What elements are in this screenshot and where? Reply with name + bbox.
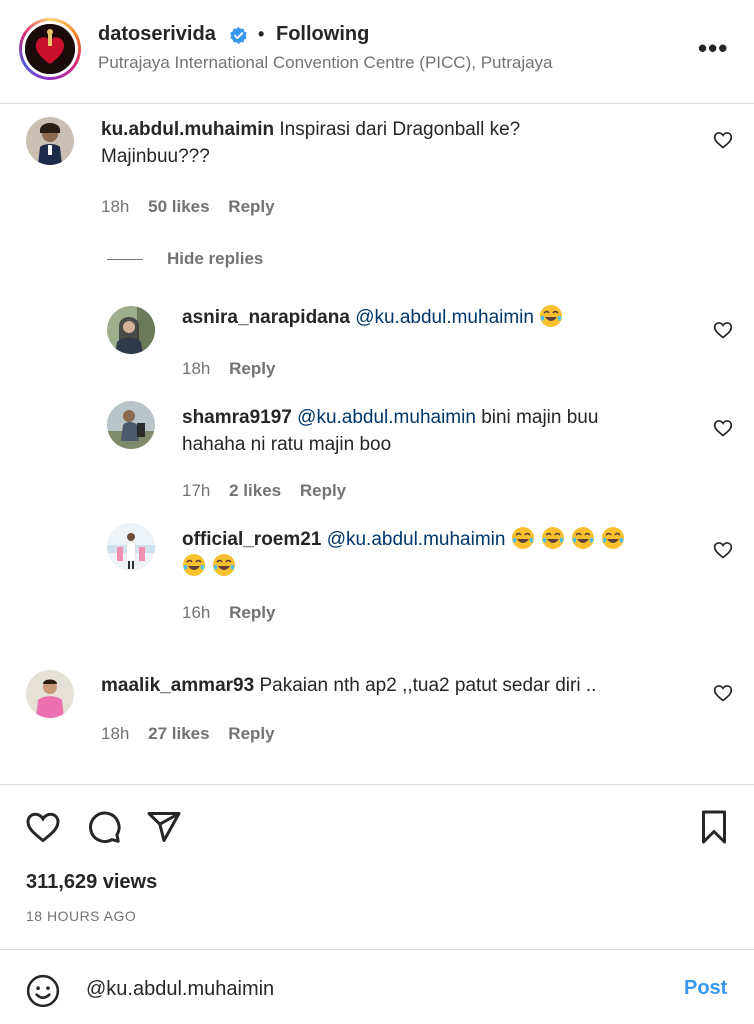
reply-body-line2: hahaha ni ratu majin boo: [182, 434, 392, 455]
reply-body: bini majin buu: [481, 407, 599, 428]
divider: [107, 259, 143, 261]
reply-meta: 16h Reply: [182, 603, 289, 623]
comment-username[interactable]: maalik_ammar93: [101, 675, 254, 696]
comment-body-line2: Majinbuu???: [101, 146, 210, 167]
commenter-avatar[interactable]: [107, 523, 155, 571]
posted-time[interactable]: 18 HOURS AGO: [26, 908, 136, 924]
comment-composer: Post: [0, 950, 754, 1024]
views-count[interactable]: 311,629 views: [26, 871, 157, 894]
location-link[interactable]: Putrajaya International Convention Centr…: [98, 53, 553, 73]
more-options-icon[interactable]: •••: [698, 35, 728, 61]
comment-body: Inspirasi dari Dragonball ke?: [279, 119, 521, 140]
reply-likes[interactable]: 2 likes: [229, 481, 281, 500]
reply: shamra9197 @ku.abdul.muhaimin bini majin…: [0, 394, 754, 506]
mention-link[interactable]: @ku.abdul.muhaimin: [355, 307, 534, 328]
reply-meta: 17h 2 likes Reply: [182, 481, 360, 501]
separator-dot: •: [258, 24, 265, 44]
comment-time[interactable]: 18h: [101, 724, 129, 743]
comment-text: ku.abdul.muhaimin Inspirasi dari Dragonb…: [101, 116, 661, 170]
mention-link[interactable]: @ku.abdul.muhaimin: [297, 407, 476, 428]
verified-icon: [230, 26, 247, 45]
mention-link[interactable]: @ku.abdul.muhaimin: [327, 529, 506, 550]
reply: asnira_narapidana @ku.abdul.muhaimin 18h…: [0, 300, 754, 390]
reply-username[interactable]: official_roem21: [182, 529, 321, 550]
comment-meta: 18h 50 likes Reply: [101, 197, 289, 217]
bookmark-icon[interactable]: [696, 809, 732, 845]
reply-button[interactable]: Reply: [228, 724, 274, 743]
following-button[interactable]: Following: [276, 23, 369, 46]
reply-username[interactable]: shamra9197: [182, 407, 292, 428]
comments-list[interactable]: ku.abdul.muhaimin Inspirasi dari Dragonb…: [0, 104, 754, 784]
reply-text: shamra9197 @ku.abdul.muhaimin bini majin…: [182, 404, 692, 458]
reply-button[interactable]: Reply: [229, 603, 275, 622]
reply-time[interactable]: 18h: [182, 359, 210, 378]
emoji-icon[interactable]: [26, 974, 60, 1008]
reply-meta: 18h Reply: [182, 359, 289, 379]
reply-text: asnira_narapidana @ku.abdul.muhaimin: [182, 304, 682, 331]
comment: ku.abdul.muhaimin Inspirasi dari Dragonb…: [0, 104, 754, 224]
reply-button[interactable]: Reply: [228, 197, 274, 216]
face-with-tears-of-joy-icon: [601, 527, 624, 549]
comment-icon[interactable]: [86, 809, 122, 845]
hide-replies-button[interactable]: Hide replies: [107, 249, 263, 269]
comment-likes[interactable]: 50 likes: [148, 197, 209, 216]
action-bar: 311,629 views 18 HOURS AGO: [0, 784, 754, 950]
comment: maalik_ammar93 Pakaian nth ap2 ,,tua2 pa…: [0, 662, 754, 762]
face-with-tears-of-joy-icon: [571, 527, 594, 549]
comment-likes[interactable]: 27 likes: [148, 724, 209, 743]
reply-time[interactable]: 16h: [182, 603, 210, 622]
like-comment-heart-icon[interactable]: [713, 540, 733, 560]
post-header: datoserivida • Following Putrajaya Inter…: [0, 0, 754, 104]
face-with-tears-of-joy-icon: [540, 305, 563, 327]
reply-username[interactable]: asnira_narapidana: [182, 307, 350, 328]
commenter-avatar[interactable]: [107, 306, 155, 354]
commenter-avatar[interactable]: [107, 401, 155, 449]
author-avatar[interactable]: [25, 24, 75, 74]
story-ring[interactable]: [19, 18, 81, 80]
like-comment-heart-icon[interactable]: [713, 418, 733, 438]
post-button[interactable]: Post: [684, 977, 727, 1000]
share-icon[interactable]: [146, 809, 182, 845]
reply-button[interactable]: Reply: [300, 481, 346, 500]
reply-button[interactable]: Reply: [229, 359, 275, 378]
face-with-tears-of-joy-icon: [541, 527, 564, 549]
reply-text: official_roem21 @ku.abdul.muhaimin: [182, 526, 692, 580]
comment-text: maalik_ammar93 Pakaian nth ap2 ,,tua2 pa…: [101, 672, 701, 699]
comment-username[interactable]: ku.abdul.muhaimin: [101, 119, 274, 140]
commenter-avatar[interactable]: [26, 670, 74, 718]
comment-time[interactable]: 18h: [101, 197, 129, 216]
face-with-tears-of-joy-icon: [213, 554, 235, 576]
comment-input[interactable]: [86, 974, 646, 1004]
reply: official_roem21 @ku.abdul.muhaimin 16h R…: [0, 516, 754, 628]
commenter-avatar[interactable]: [26, 117, 74, 165]
face-with-tears-of-joy-icon: [183, 554, 205, 576]
face-with-tears-of-joy-icon: [511, 527, 534, 549]
like-comment-heart-icon[interactable]: [713, 683, 733, 703]
heart-icon[interactable]: [25, 809, 61, 845]
like-comment-heart-icon[interactable]: [713, 130, 733, 150]
comment-meta: 18h 27 likes Reply: [101, 724, 289, 744]
comment-body: Pakaian nth ap2 ,,tua2 patut sedar diri …: [259, 675, 597, 696]
like-comment-heart-icon[interactable]: [713, 320, 733, 340]
reply-time[interactable]: 17h: [182, 481, 210, 500]
author-username[interactable]: datoserivida: [98, 23, 216, 46]
